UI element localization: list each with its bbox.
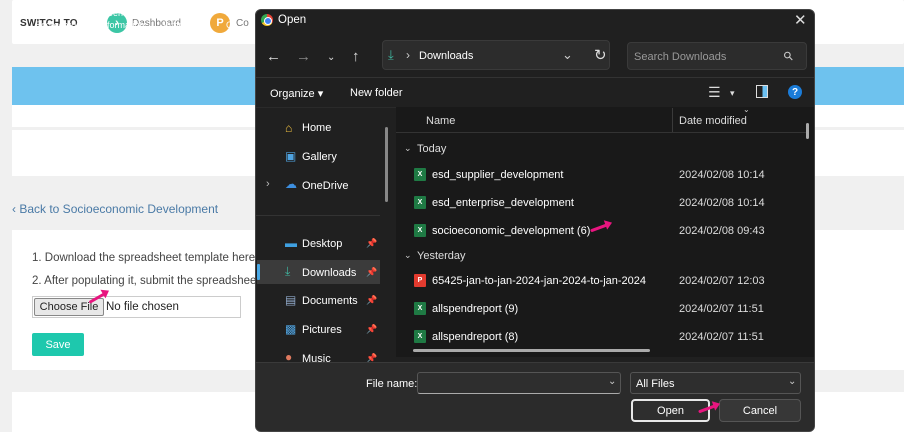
new-folder-button[interactable]: New folder [350,87,403,99]
breadcrumb-chevron-icon: › [406,48,410,62]
download-icon: ⤓ [285,264,291,278]
file-date: 2024/02/08 09:43 [679,225,765,237]
desktop-icon: ▬ [285,236,297,250]
sidebar-item-desktop[interactable]: Desktop [302,238,342,250]
file-name-label: File name: [366,378,418,390]
file-date: 2024/02/08 10:14 [679,169,765,181]
sidebar-item-downloads[interactable]: Downloads [302,267,356,279]
file-type-chevron-icon[interactable]: ⌄ [788,376,796,387]
help-icon[interactable]: ? [788,85,802,99]
file-list-horizontal-scrollbar[interactable] [413,349,650,352]
file-type-value: All Files [636,378,675,390]
refresh-icon[interactable]: ↻ [594,46,607,64]
recent-locations-chevron-icon[interactable]: ⌄ [327,52,335,63]
pin-icon: 📌 [366,324,378,334]
column-header-date-modified[interactable]: Date modified [679,115,747,127]
sidebar-item-pictures[interactable]: Pictures [302,324,342,336]
documents-icon: ▤ [285,293,297,307]
dialog-title: Open [278,14,307,26]
sidebar-selection-indicator [257,264,260,280]
search-placeholder: Search Downloads [634,51,727,63]
sidebar-item-onedrive[interactable]: OneDrive [302,180,348,192]
save-button[interactable]: Save [32,333,84,356]
excel-file-icon: X [414,168,426,181]
pin-icon: 📌 [366,295,378,305]
address-dropdown-chevron-icon[interactable]: ⌄ [562,47,573,63]
pin-icon: 📌 [366,238,378,248]
excel-file-icon: X [414,224,426,237]
close-icon[interactable]: ✕ [794,11,807,29]
open-file-dialog: Open ✕ ← → ⌄ ↑ ⤓ › Downloads ⌄ ↻ Search … [255,9,815,432]
sidebar-divider [256,215,380,216]
column-header-name[interactable]: Name [426,115,455,127]
file-name[interactable]: esd_enterprise_development [432,197,574,209]
file-row-clip[interactable]: X allspendreport (8) 2024/02/07 11:51 [396,325,806,347]
pdf-file-icon: P [414,274,426,287]
download-icon: ⤓ [388,47,394,62]
sidebar-scrollbar[interactable] [385,127,388,202]
nav-ownership-information[interactable]: Ownership Information [160,7,212,31]
cloud-icon: ☁ [285,177,297,191]
home-icon: ⌂ [285,121,293,135]
group-collapse-chevron-icon[interactable]: ⌄ [404,143,412,154]
group-header-yesterday[interactable]: Yesterday [417,250,466,262]
column-divider[interactable] [672,108,673,132]
nav-general-information[interactable]: General Information [96,7,148,31]
sidebar-item-documents[interactable]: Documents [302,295,358,307]
no-file-chosen-text: No file chosen [106,301,179,313]
nav-your-scorecards[interactable]: Your Scorecards [34,7,82,31]
file-date: 2024/02/07 12:03 [679,275,765,287]
pin-icon: 📌 [366,267,378,277]
excel-file-icon: X [414,330,426,343]
view-options-icon[interactable]: ☰ [708,84,721,101]
preview-pane-icon[interactable] [756,85,768,98]
address-breadcrumb-downloads[interactable]: Downloads [419,50,473,62]
sidebar-item-music-clip[interactable]: ● Music 📌 [256,348,380,362]
chrome-icon [261,14,273,26]
file-name-dropdown-chevron-icon[interactable]: ⌄ [608,376,616,387]
expand-chevron-icon[interactable]: › [266,178,270,190]
group-header-today[interactable]: Today [417,143,446,155]
file-name[interactable]: allspendreport (8) [432,331,518,343]
nav-management-control[interactable]: Manag Co [226,7,256,31]
file-name[interactable]: esd_supplier_development [432,169,563,181]
file-name[interactable]: 65425-jan-to-jan-2024-jan-2024-to-jan-20… [432,275,646,287]
excel-file-icon: X [414,196,426,209]
back-link[interactable]: ‹ Back to Socioeconomic Development [12,202,218,216]
cancel-button[interactable]: Cancel [719,399,801,422]
sidebar-item-gallery[interactable]: Gallery [302,151,337,163]
organize-menu[interactable]: Organize ▾ [270,87,323,100]
file-date: 2024/02/08 10:14 [679,197,765,209]
file-name-input[interactable] [417,372,621,394]
music-icon: ● [285,350,293,362]
back-arrow-icon[interactable]: ← [266,48,281,65]
step-2-text: 2. After populating it, submit the sprea… [32,275,257,287]
forward-arrow-icon[interactable]: → [296,48,311,65]
pin-icon: 📌 [366,353,378,362]
file-name[interactable]: allspendreport (9) [432,303,518,315]
sidebar-item-home[interactable]: Home [302,122,331,134]
file-date: 2024/02/07 11:51 [679,331,764,343]
pictures-icon: ▩ [285,322,297,336]
file-date: 2024/02/07 11:51 [679,303,764,315]
sort-chevron-icon: ⌄ [743,105,750,114]
excel-file-icon: X [414,302,426,315]
file-list-vertical-scrollbar[interactable] [806,123,809,139]
group-collapse-chevron-icon[interactable]: ⌄ [404,250,412,261]
sidebar-item-music[interactable]: Music [302,353,331,362]
toolbar-divider [256,77,814,78]
gallery-icon: ▣ [285,149,297,163]
step-1-text: 1. Download the spreadsheet template her… [32,252,256,264]
view-dropdown-chevron-icon[interactable]: ▾ [730,88,735,99]
address-bar[interactable] [382,40,610,70]
file-name[interactable]: socioeconomic_development (6) [432,225,590,237]
header-divider [396,132,806,133]
up-arrow-icon[interactable]: ↑ [352,48,360,65]
